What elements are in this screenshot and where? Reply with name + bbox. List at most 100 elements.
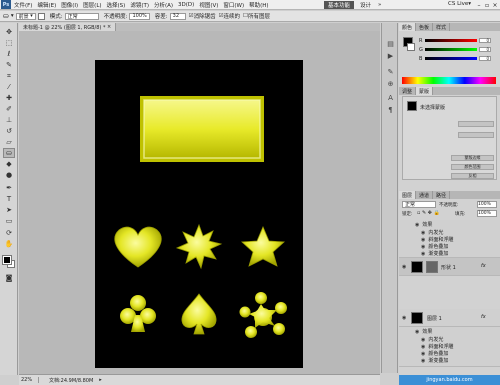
cs-live-button[interactable]: CS Live▾: [448, 1, 471, 7]
history-brush-tool-icon[interactable]: ↺: [3, 126, 15, 136]
restore-icon[interactable]: ▫: [483, 1, 491, 9]
color-bg-swatch[interactable]: [407, 43, 415, 51]
effects-a-item[interactable]: ◉ 颜色叠加: [421, 243, 448, 251]
eye-icon[interactable]: ◉: [421, 358, 425, 364]
eye-icon[interactable]: ◉: [421, 237, 425, 243]
color-spectrum[interactable]: [402, 77, 496, 84]
pattern-swatch[interactable]: [37, 12, 45, 20]
eye-icon[interactable]: ◉: [415, 329, 419, 335]
invert-button[interactable]: 反相: [451, 173, 494, 179]
menu-file[interactable]: 文件(F): [14, 1, 32, 9]
layer-opacity-value[interactable]: 100%: [477, 201, 497, 208]
status-zoom[interactable]: 22%: [21, 377, 39, 383]
tab-paths[interactable]: 路径: [433, 191, 451, 199]
eye-icon[interactable]: ◉: [402, 315, 406, 321]
tab-layers[interactable]: 图层: [399, 191, 417, 199]
paragraph-panel-icon[interactable]: ¶: [385, 105, 396, 114]
effects-a-header[interactable]: ◉ 效果: [415, 221, 432, 229]
menu-select[interactable]: 选择(S): [107, 1, 126, 9]
quick-select-tool-icon[interactable]: ✎: [3, 60, 15, 70]
shape-layer-row[interactable]: ◉ 形状 1 fx: [399, 258, 500, 276]
effects-a-item[interactable]: ◉ 内发光: [421, 229, 443, 237]
menu-layer[interactable]: 图层(L): [83, 1, 101, 9]
fx-icon[interactable]: fx: [481, 263, 486, 269]
document-canvas[interactable]: [95, 60, 303, 368]
tab-swatches[interactable]: 色板: [416, 23, 434, 31]
close-icon[interactable]: ×: [491, 1, 499, 9]
fill-value[interactable]: 100%: [477, 210, 497, 217]
effects-b-item[interactable]: ◉ 颜色叠加: [421, 350, 448, 358]
fx-icon[interactable]: fx: [481, 314, 486, 320]
effects-b-item[interactable]: ◉ 内发光: [421, 336, 443, 344]
lasso-tool-icon[interactable]: ℓ: [3, 49, 15, 59]
lock-icons[interactable]: ▫ ✎ ✥ 🔒: [417, 210, 440, 216]
eye-icon[interactable]: ◉: [421, 251, 425, 257]
mode-select[interactable]: 正常: [64, 12, 99, 20]
blur-tool-icon[interactable]: ◆: [3, 159, 15, 169]
green-slider[interactable]: [425, 48, 477, 51]
eraser-tool-icon[interactable]: ▱: [3, 137, 15, 147]
eye-icon[interactable]: ◉: [402, 264, 406, 270]
eyedropper-tool-icon[interactable]: ⁄: [3, 82, 15, 92]
eye-icon[interactable]: ◉: [421, 244, 425, 250]
character-panel-icon[interactable]: A: [385, 93, 396, 102]
pen-tool-icon[interactable]: ✒: [3, 183, 15, 193]
history-panel-icon[interactable]: ▤: [385, 39, 396, 48]
red-value[interactable]: 0: [479, 38, 491, 43]
path-select-tool-icon[interactable]: ➤: [3, 205, 15, 215]
menu-view[interactable]: 视图(V): [199, 1, 218, 9]
3d-rotate-tool-icon[interactable]: ⟳: [3, 228, 15, 238]
status-arrow-icon[interactable]: ▸: [99, 377, 102, 383]
tab-channels[interactable]: 通道: [416, 191, 434, 199]
clone-source-icon[interactable]: ⊕: [385, 79, 396, 88]
stamp-tool-icon[interactable]: ⊥: [3, 115, 15, 125]
hand-tool-icon[interactable]: ✋: [3, 239, 15, 249]
paint-bucket-tool-icon[interactable]: ⛀: [3, 12, 9, 20]
eye-icon[interactable]: ◉: [421, 337, 425, 343]
menu-analysis[interactable]: 分析(A): [154, 1, 173, 9]
minimize-icon[interactable]: –: [475, 1, 483, 9]
tool-preset-chevron-icon[interactable]: ▾: [11, 13, 14, 19]
menu-filter[interactable]: 滤镜(T): [130, 1, 149, 9]
dodge-tool-icon[interactable]: ●: [3, 170, 15, 180]
effects-b-header[interactable]: ◉ 效果: [415, 328, 432, 336]
eye-icon[interactable]: ◉: [421, 351, 425, 357]
document-tab[interactable]: 未标题-1 @ 22% (图层 1, RGB/8) * ×: [19, 23, 117, 31]
shape-tool-icon[interactable]: ▭: [3, 216, 15, 226]
crop-tool-icon[interactable]: ⌗: [3, 71, 15, 81]
fill-source-select[interactable]: 前景 ▾: [15, 12, 36, 20]
type-tool-icon[interactable]: T: [3, 194, 15, 204]
color-range-button[interactable]: 颜色范围: [451, 164, 494, 170]
brush-tool-icon[interactable]: ✐: [3, 104, 15, 114]
effects-b-item[interactable]: ◉ 斜面和浮雕: [421, 343, 453, 351]
effects-a-item[interactable]: ◉ 斜面和浮雕: [421, 236, 453, 244]
blue-slider[interactable]: [425, 57, 477, 60]
canvas-area[interactable]: [19, 31, 380, 374]
menu-help[interactable]: 帮助(H): [249, 1, 268, 9]
paint-bucket-tool-icon-active[interactable]: ⛀: [3, 148, 15, 158]
menu-3d[interactable]: 3D(D): [178, 2, 194, 8]
mask-feather-slider[interactable]: [458, 132, 494, 138]
effects-b-item[interactable]: ◉ 渐变叠加: [421, 357, 448, 365]
workspace-design-button[interactable]: 设计: [356, 1, 375, 9]
brush-panel-icon[interactable]: ✎: [385, 67, 396, 76]
color-swatches[interactable]: [2, 255, 15, 268]
move-tool-icon[interactable]: ✥: [3, 27, 15, 37]
tab-masks[interactable]: 蒙版: [416, 87, 434, 95]
quick-mask-icon[interactable]: ◙: [3, 273, 15, 283]
tab-styles[interactable]: 样式: [433, 23, 451, 31]
workspace-more-icon[interactable]: »: [374, 1, 385, 9]
blue-value[interactable]: 0: [479, 56, 491, 61]
pixel-layer-row[interactable]: ◉ 图层 1 fx: [399, 309, 500, 327]
tolerance-field[interactable]: 32: [169, 12, 186, 20]
green-value[interactable]: 0: [479, 47, 491, 52]
mask-density-slider[interactable]: [458, 121, 494, 127]
tab-color[interactable]: 颜色: [399, 23, 417, 31]
workspace-essentials-button[interactable]: 基本功能: [324, 1, 355, 9]
menu-edit[interactable]: 编辑(E): [37, 1, 56, 9]
mask-edge-button[interactable]: 蒙版边缘: [451, 155, 494, 161]
effects-a-item[interactable]: ◉ 渐变叠加: [421, 250, 448, 258]
healing-tool-icon[interactable]: ✚: [3, 93, 15, 103]
foreground-color-swatch[interactable]: [2, 255, 12, 265]
opacity-field[interactable]: 100%: [129, 12, 150, 20]
